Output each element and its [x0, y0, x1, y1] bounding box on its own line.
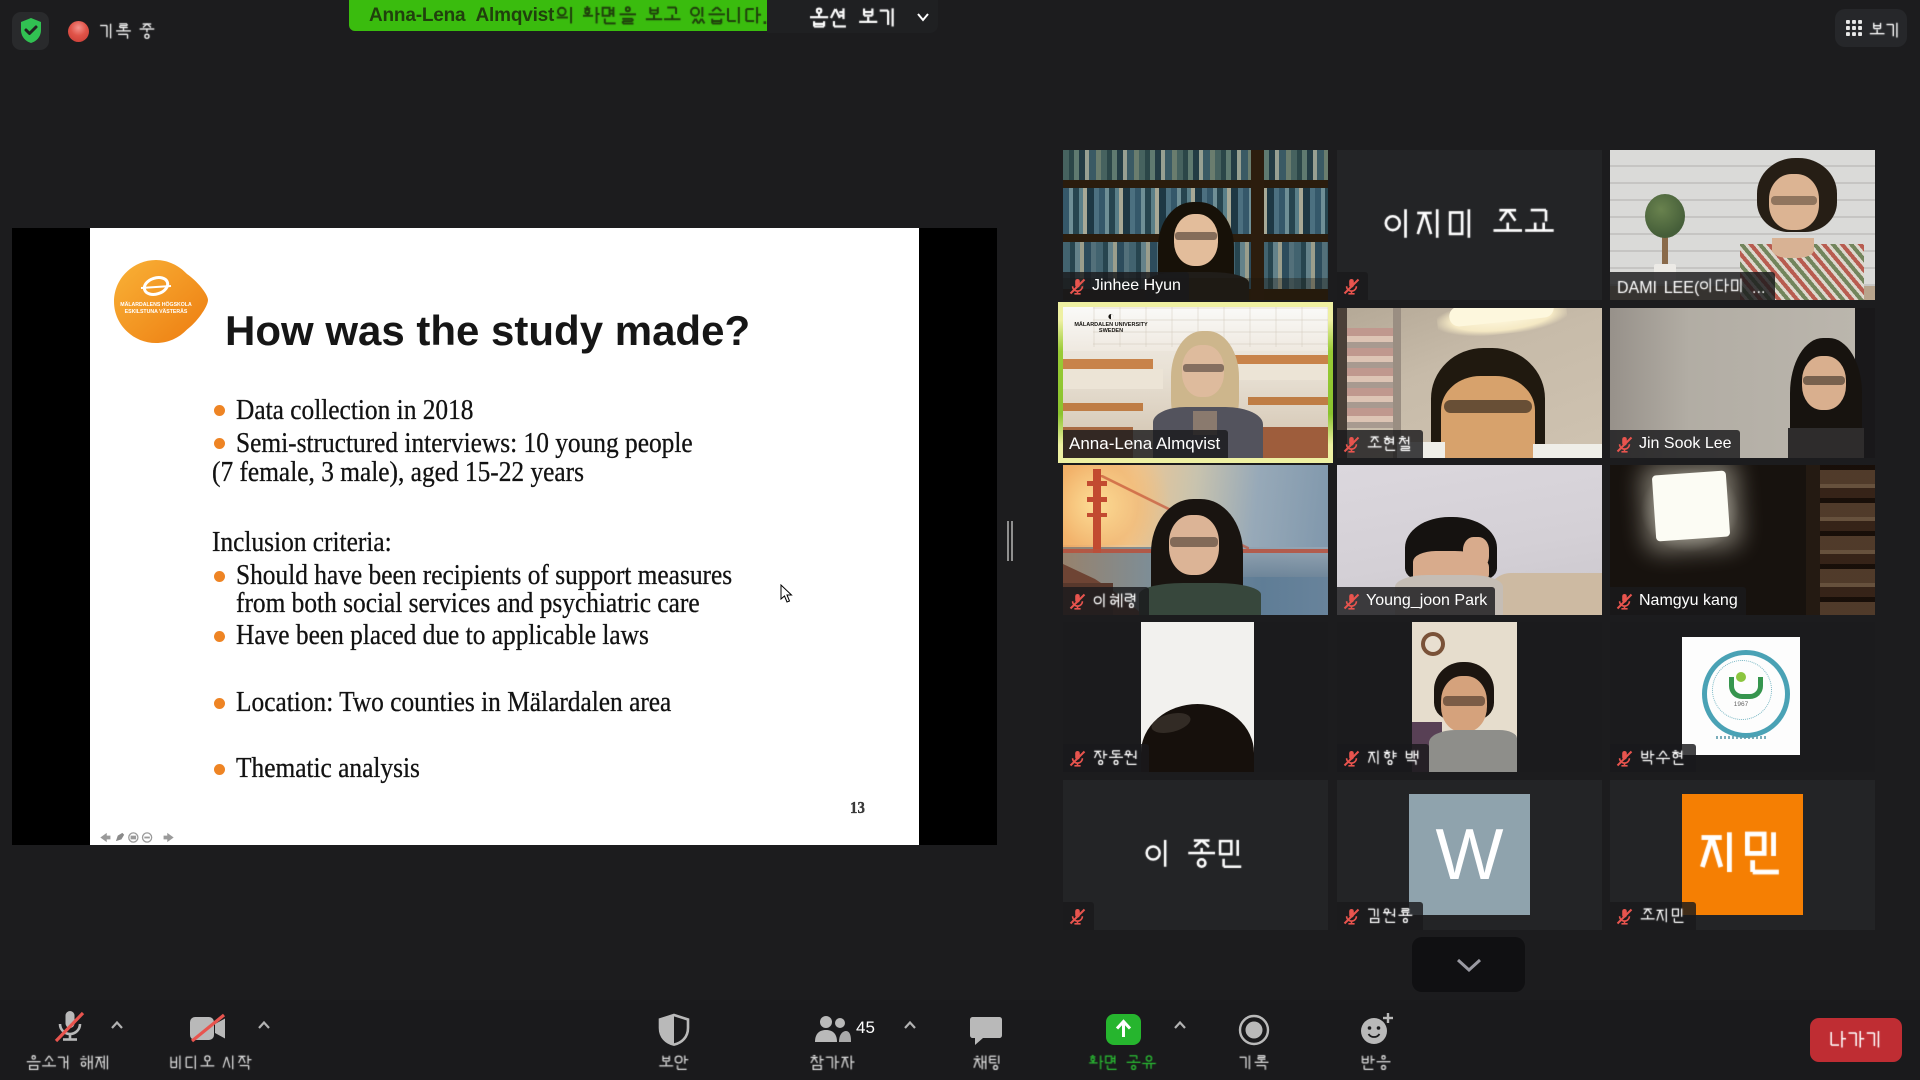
svg-text:MÄLARDALENS HÖGSKOLA: MÄLARDALENS HÖGSKOLA	[120, 301, 192, 308]
svg-text:ESKILSTUNA VÄSTERÅS: ESKILSTUNA VÄSTERÅS	[125, 308, 188, 315]
